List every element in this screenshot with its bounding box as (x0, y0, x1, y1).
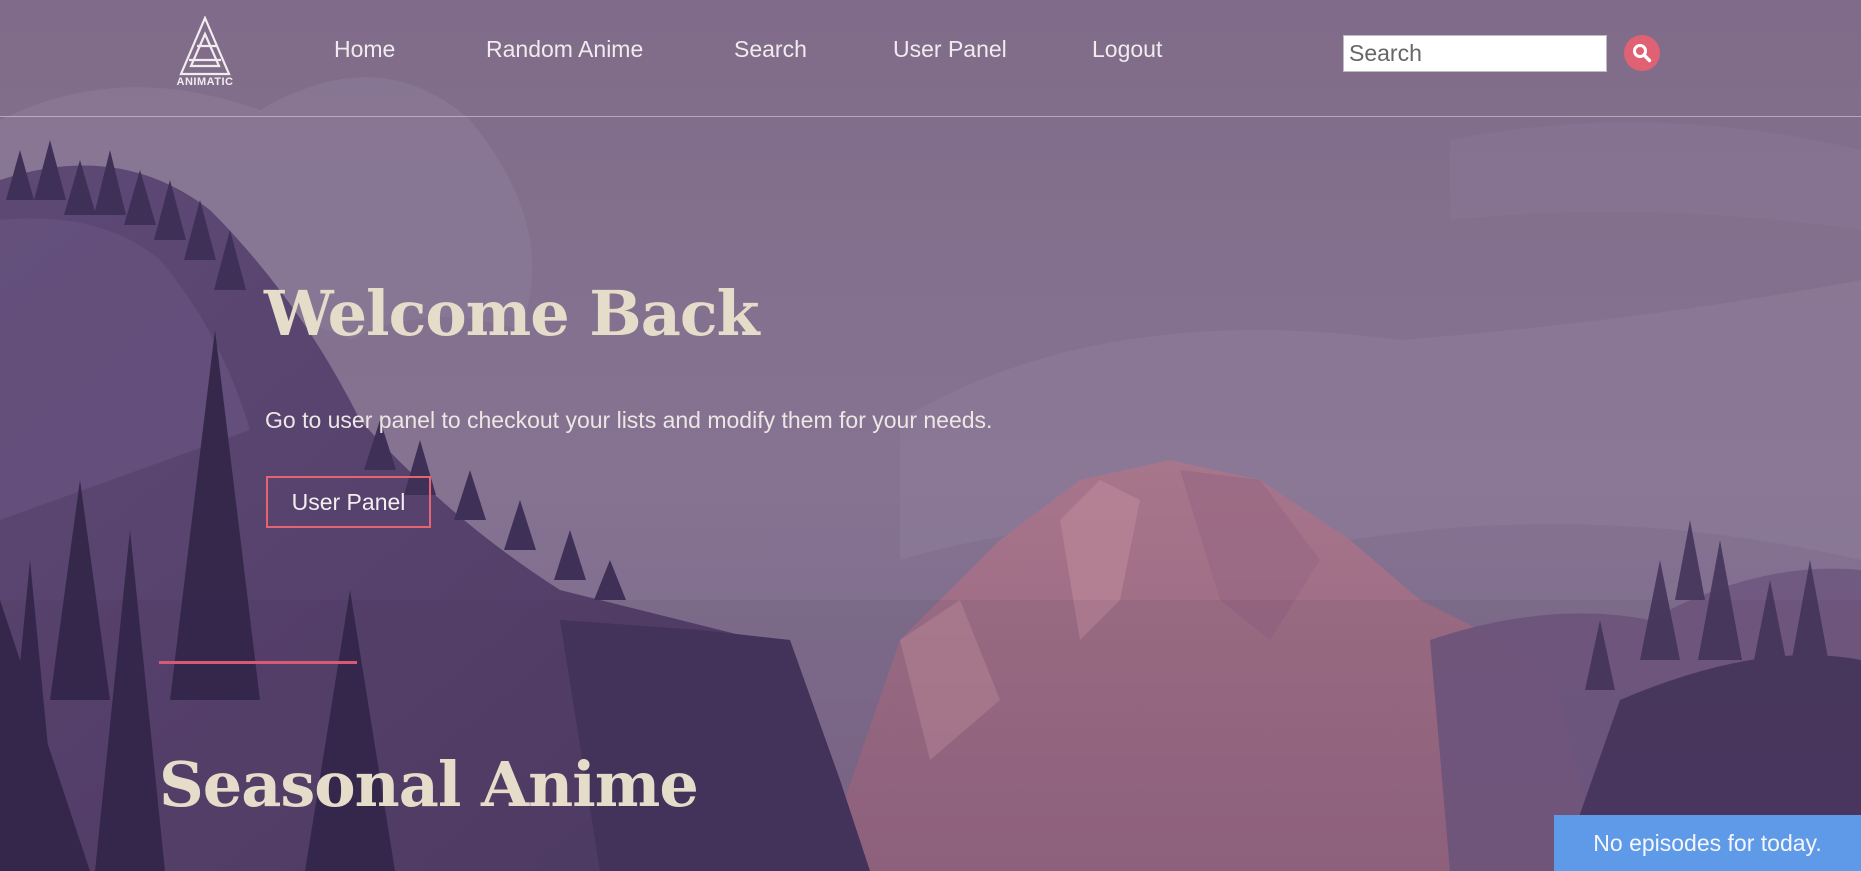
search-icon (1633, 44, 1652, 63)
user-panel-button[interactable]: User Panel (266, 476, 431, 528)
nav-user-panel[interactable]: User Panel (893, 36, 1007, 63)
nav-search[interactable]: Search (734, 36, 807, 63)
search-button[interactable] (1624, 35, 1660, 71)
logo-text: ANIMATIC (176, 76, 234, 88)
nav-logout[interactable]: Logout (1092, 36, 1162, 63)
seasonal-anime-title: Seasonal Anime (159, 748, 699, 821)
hero-title: Welcome Back (264, 277, 760, 350)
animatic-logo-icon (179, 16, 231, 76)
no-episodes-toast[interactable]: No episodes for today. (1554, 815, 1861, 871)
nav-home[interactable]: Home (334, 36, 395, 63)
nav-random-anime[interactable]: Random Anime (486, 36, 643, 63)
hero-background-illustration (0, 0, 1861, 871)
search-input[interactable] (1343, 35, 1607, 72)
logo-link[interactable]: ANIMATIC (170, 16, 240, 92)
hero-subtitle: Go to user panel to checkout your lists … (265, 407, 993, 433)
section-divider (159, 661, 357, 664)
top-navigation-bar: ANIMATIC Home Random Anime Search User P… (0, 0, 1861, 117)
